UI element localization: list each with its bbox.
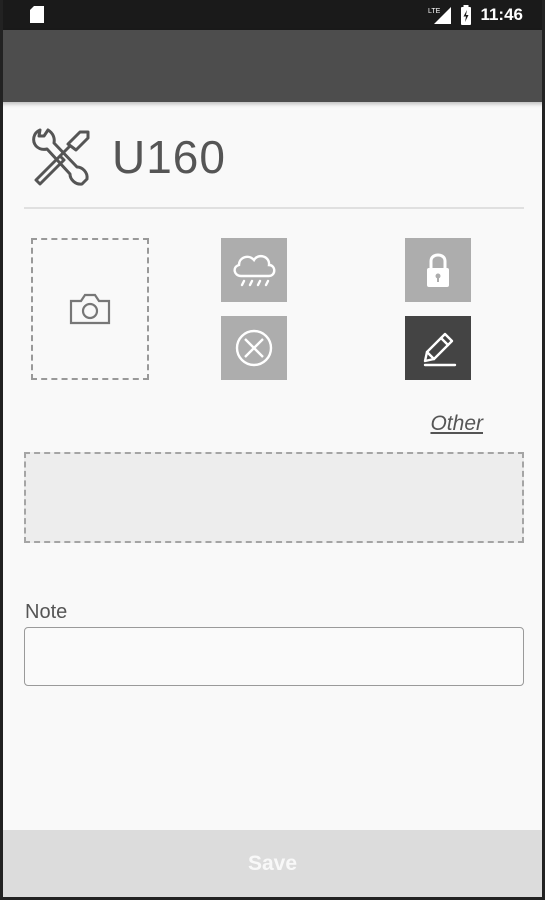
other-link[interactable]: Other: [430, 412, 483, 436]
edit-icon: [423, 332, 457, 367]
note-input[interactable]: [24, 627, 524, 686]
sd-card-icon: [30, 6, 44, 23]
app-bar: [0, 30, 545, 102]
status-time: 11:46: [480, 5, 523, 24]
camera-icon: [69, 293, 111, 325]
weather-button[interactable]: [221, 238, 287, 302]
page-header: U160: [28, 122, 226, 192]
header-divider: [24, 207, 524, 209]
cancel-button[interactable]: [221, 316, 287, 380]
status-bar: LTE 11:46: [0, 0, 545, 30]
save-button[interactable]: Save: [0, 830, 545, 897]
selection-drop-area[interactable]: [24, 452, 524, 543]
lte-signal-icon: LTE: [428, 7, 452, 24]
page-title: U160: [112, 131, 226, 183]
photo-upload-area[interactable]: [31, 238, 149, 380]
battery-charging-icon: [461, 5, 472, 25]
note-label: Note: [25, 601, 68, 623]
network-label: LTE: [428, 8, 441, 15]
edit-button[interactable]: [405, 316, 471, 380]
lock-button[interactable]: [405, 238, 471, 302]
cancel-icon: [235, 329, 273, 367]
tools-icon: [32, 128, 90, 186]
lock-icon: [427, 253, 449, 287]
status-right: LTE 11:46: [428, 4, 523, 26]
weather-icon: [233, 254, 276, 287]
